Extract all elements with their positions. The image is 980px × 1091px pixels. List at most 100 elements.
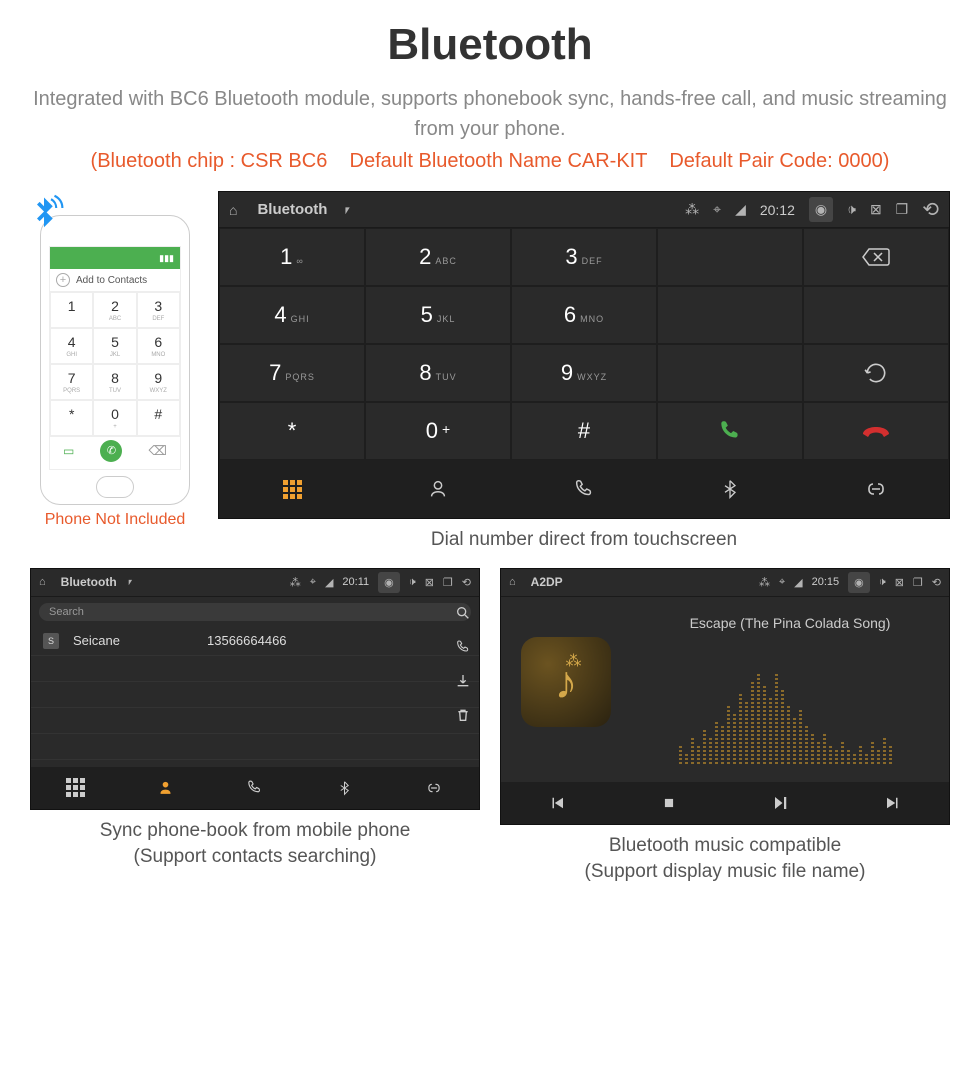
volume-icon[interactable]: 🕩	[879, 576, 886, 589]
dialer-panel: ⌂ Bluetooth ⎖ ⁂ ⌖ ◢ 20:12 ◉ 🕩 ⊠ ❐ ⟲ 1∞ 2…	[218, 191, 950, 519]
key-3[interactable]: 3DEF	[511, 228, 657, 286]
contact-row[interactable]: S Seicane 13566664466	[31, 627, 479, 656]
bluetooth-signal-icon	[23, 194, 65, 236]
delete-icon[interactable]	[455, 707, 471, 723]
phone-mockup: ▮▮▮ +Add to Contacts 12ABC3DEF4GHI5JKL6M…	[40, 215, 190, 505]
player-controls	[501, 782, 949, 824]
key-2[interactable]: 2ABC	[365, 228, 511, 286]
phone-dialpad: 12ABC3DEF4GHI5JKL6MNO7PQRS8TUV9WXYZ*0+#	[50, 292, 180, 436]
key-6[interactable]: 6MNO	[511, 286, 657, 344]
backspace-button[interactable]	[803, 228, 949, 286]
play-pause-button[interactable]	[725, 782, 837, 824]
bluetooth-icon: ⁂	[685, 201, 699, 218]
call-icon[interactable]	[455, 639, 471, 655]
call-button: ✆	[100, 440, 122, 462]
key-1[interactable]: 1∞	[219, 228, 365, 286]
music-panel: ⌂ A2DP ⁂ ⌖ ◢ 20:15 ◉ 🕩 ⊠ ❐ ⟲ ♪⁂ Escape (…	[500, 568, 950, 825]
phonebook-panel: ⌂ Bluetooth ⎖ ⁂ ⌖ ◢ 20:11 ◉ 🕩 ⊠ ❐ ⟲ Sear…	[30, 568, 480, 810]
nav-recent[interactable]	[511, 460, 657, 518]
location-icon: ⌖	[779, 576, 785, 589]
app-title: A2DP	[531, 575, 563, 589]
wifi-icon: ◢	[794, 576, 802, 589]
bluetooth-specs: (Bluetooth chip : CSR BC6 Default Blueto…	[30, 150, 950, 173]
nav-recent[interactable]	[210, 767, 300, 809]
key-5[interactable]: 5JKL	[365, 286, 511, 344]
close-icon[interactable]: ⊠	[870, 201, 882, 218]
key-4[interactable]: 4GHI	[219, 286, 365, 344]
music-caption: Bluetooth music compatible(Support displ…	[500, 833, 950, 886]
stop-button[interactable]	[613, 782, 725, 824]
hangup-button[interactable]	[803, 402, 949, 460]
contact-initial-badge: S	[43, 633, 59, 649]
home-icon[interactable]: ⌂	[229, 202, 237, 218]
page-title: Bluetooth	[30, 20, 950, 70]
usb-icon: ⎖	[341, 201, 352, 218]
nav-pair[interactable]	[389, 767, 479, 809]
nav-bluetooth[interactable]	[300, 767, 390, 809]
volume-icon[interactable]: 🕩	[409, 576, 416, 589]
song-title: Escape (The Pina Colada Song)	[651, 615, 929, 631]
empty-row	[31, 734, 479, 760]
back-icon[interactable]: ⟲	[922, 197, 939, 222]
recents-icon[interactable]: ❐	[896, 201, 909, 218]
camera-icon[interactable]: ◉	[848, 572, 870, 593]
status-bar: ⌂ Bluetooth ⎖ ⁂ ⌖ ◢ 20:12 ◉ 🕩 ⊠ ❐ ⟲	[219, 192, 949, 228]
clock: 20:11	[342, 576, 369, 588]
location-icon: ⌖	[713, 201, 721, 218]
search-icon[interactable]	[455, 605, 471, 621]
close-icon[interactable]: ⊠	[895, 576, 904, 589]
recents-icon[interactable]: ❐	[443, 576, 453, 589]
key-8[interactable]: 8TUV	[365, 344, 511, 402]
app-title: Bluetooth	[61, 575, 117, 589]
wifi-icon: ◢	[735, 201, 746, 218]
next-button[interactable]	[837, 782, 949, 824]
backspace-icon: ⌫	[149, 443, 167, 459]
dialer-keypad: 1∞ 2ABC 3DEF 4GHI 5JKL 6MNO 7PQRS 8TUV 9…	[219, 228, 949, 460]
volume-icon[interactable]: 🕩	[847, 201, 856, 218]
contact-list: S Seicane 13566664466	[31, 627, 479, 767]
video-call-icon: ▭	[63, 444, 74, 458]
key-0[interactable]: 0+	[365, 402, 511, 460]
phone-caption: Phone Not Included	[30, 511, 200, 529]
nav-contacts[interactable]	[121, 767, 211, 809]
empty-row	[31, 656, 479, 682]
bottom-nav	[219, 460, 949, 518]
download-icon[interactable]	[455, 673, 471, 689]
dialer-caption: Dial number direct from touchscreen	[218, 527, 950, 554]
clock: 20:15	[812, 576, 840, 588]
phonebook-caption: Sync phone-book from mobile phone(Suppor…	[30, 818, 480, 871]
nav-bluetooth[interactable]	[657, 460, 803, 518]
contact-name: Seicane	[73, 633, 193, 648]
nav-pair[interactable]	[803, 460, 949, 518]
location-icon: ⌖	[310, 576, 316, 589]
call-button[interactable]	[657, 402, 803, 460]
audio-visualizer	[641, 664, 929, 764]
home-icon[interactable]: ⌂	[509, 576, 516, 588]
prev-button[interactable]	[501, 782, 613, 824]
close-icon[interactable]: ⊠	[425, 576, 434, 589]
camera-icon[interactable]: ◉	[378, 572, 400, 593]
clock: 20:12	[760, 202, 795, 218]
camera-icon[interactable]: ◉	[809, 197, 833, 222]
key-hash[interactable]: #	[511, 402, 657, 460]
phone-home-button	[96, 476, 134, 498]
album-art-icon: ♪⁂	[521, 637, 611, 727]
status-bar: ⌂ A2DP ⁂ ⌖ ◢ 20:15 ◉ 🕩 ⊠ ❐ ⟲	[501, 569, 949, 597]
redial-button[interactable]	[803, 344, 949, 402]
empty-row	[31, 682, 479, 708]
status-bar: ⌂ Bluetooth ⎖ ⁂ ⌖ ◢ 20:11 ◉ 🕩 ⊠ ❐ ⟲	[31, 569, 479, 597]
wifi-icon: ◢	[325, 576, 333, 589]
search-input[interactable]: Search	[39, 603, 471, 621]
back-icon[interactable]: ⟲	[462, 576, 471, 589]
key-star[interactable]: *	[219, 402, 365, 460]
nav-dialpad[interactable]	[31, 767, 121, 809]
back-icon[interactable]: ⟲	[932, 576, 941, 589]
contact-number: 13566664466	[207, 633, 287, 648]
home-icon[interactable]: ⌂	[39, 576, 46, 588]
nav-contacts[interactable]	[365, 460, 511, 518]
key-9[interactable]: 9WXYZ	[511, 344, 657, 402]
nav-dialpad[interactable]	[219, 460, 365, 518]
key-7[interactable]: 7PQRS	[219, 344, 365, 402]
recents-icon[interactable]: ❐	[913, 576, 923, 589]
bluetooth-icon: ⁂	[290, 576, 301, 589]
